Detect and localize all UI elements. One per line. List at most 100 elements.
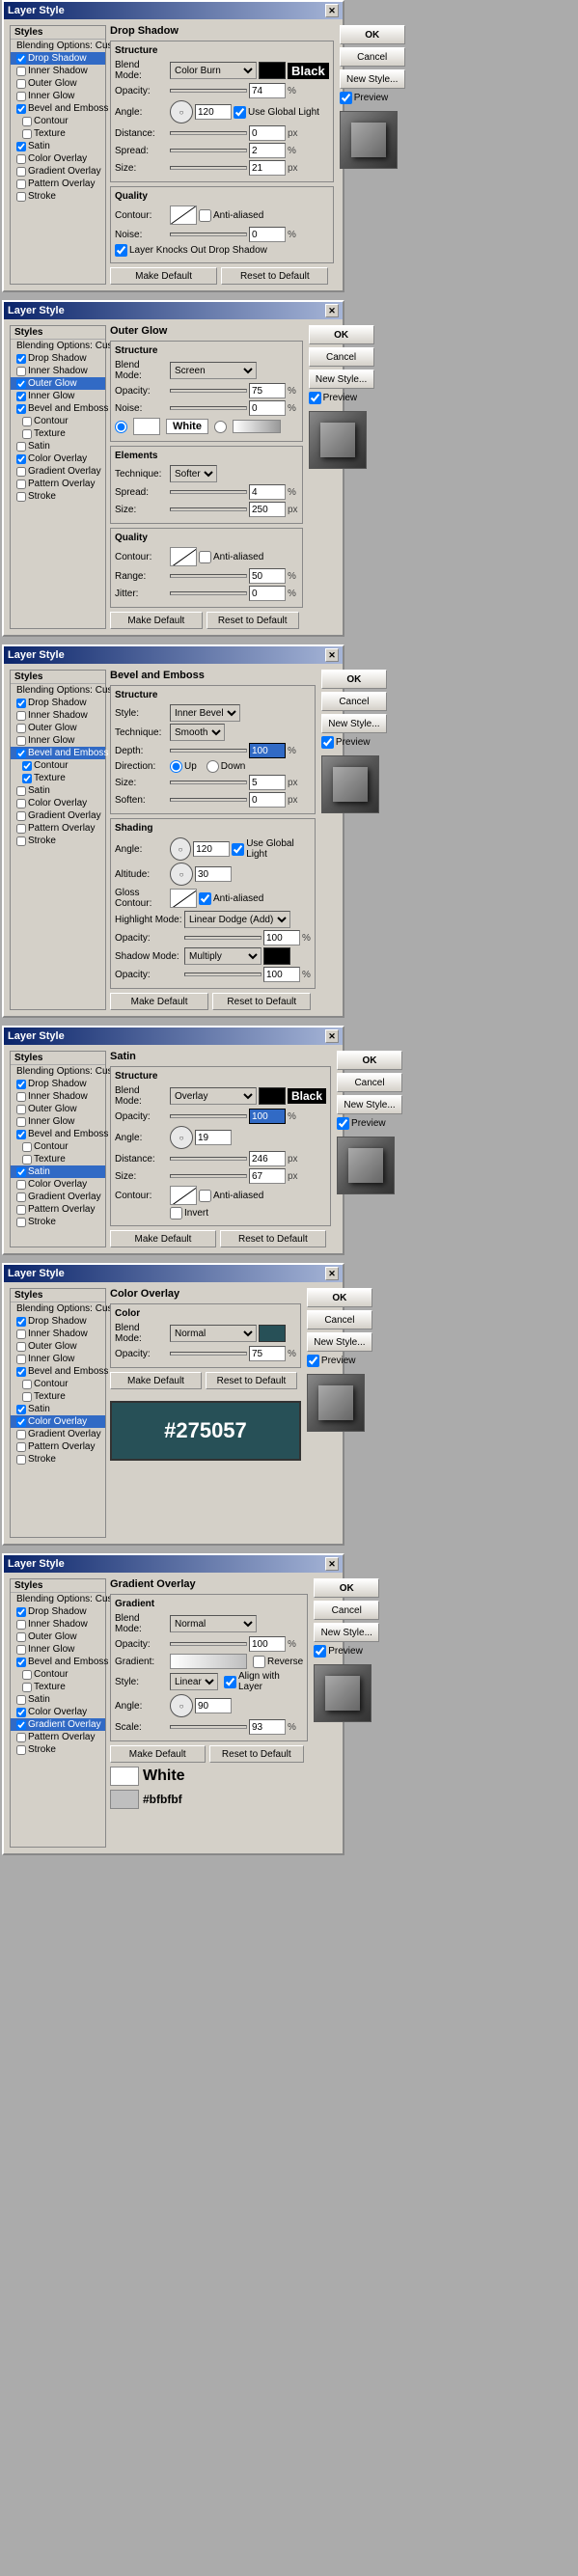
preview-cb-6[interactable] [314,1645,326,1658]
blend-color-swatch-1[interactable] [259,62,286,79]
style-gradient-overlay-1[interactable]: Gradient Overlay [11,165,105,178]
cb-inner-glow-1[interactable] [16,92,26,101]
range-slider-2[interactable] [170,574,247,578]
style-bevel-5[interactable]: Bevel and Emboss [11,1365,105,1378]
cb-contour-5[interactable] [22,1380,32,1389]
style-color-overlay-2[interactable]: Color Overlay [11,452,105,465]
style-blending-5[interactable]: Blending Options: Custom [11,1302,105,1315]
make-default-btn-6[interactable]: Make Default [110,1745,206,1763]
dir-up-radio-3[interactable] [170,760,182,773]
anti-aliased-cb-2[interactable] [199,551,211,563]
blend-select-5[interactable]: Normal [170,1325,257,1342]
style-outer-glow-5[interactable]: Outer Glow [11,1340,105,1353]
cb-stroke-5[interactable] [16,1455,26,1465]
opacity-input-5[interactable] [249,1346,286,1361]
range-input-2[interactable] [249,568,286,584]
cb-pattern-overlay-4[interactable] [16,1205,26,1215]
cb-gradient-overlay-5[interactable] [16,1430,26,1439]
cb-texture-6[interactable] [22,1683,32,1692]
cb-outer-glow-1[interactable] [16,79,26,89]
cb-bevel-1[interactable] [16,104,26,114]
style-blending-options-1[interactable]: Blending Options: Custom [11,40,105,52]
cb-gradient-overlay-2[interactable] [16,467,26,477]
style-stroke-1[interactable]: Stroke [11,190,105,203]
cb-color-overlay-3[interactable] [16,799,26,808]
size-slider-1[interactable] [170,166,247,170]
cb-outer-glow-4[interactable] [16,1105,26,1114]
global-light-cb-1[interactable] [234,106,246,119]
altitude-dial-3[interactable]: ○ [170,863,193,886]
opacity-slider-1[interactable] [170,89,247,93]
jitter-slider-2[interactable] [170,591,247,595]
style-contour-3[interactable]: Contour [11,759,105,772]
style-blending-2[interactable]: Blending Options: Custom [11,340,105,352]
style-contour-4[interactable]: Contour [11,1140,105,1153]
style-gradient-overlay-6[interactable]: Gradient Overlay [11,1718,105,1731]
grad-gray-box-6[interactable] [110,1790,139,1809]
style-outer-glow-3[interactable]: Outer Glow [11,722,105,734]
style-stroke-2[interactable]: Stroke [11,490,105,503]
style-inner-shadow-5[interactable]: Inner Shadow [11,1328,105,1340]
style-texture-3[interactable]: Texture [11,772,105,784]
cb-contour-3[interactable] [22,761,32,771]
style-color-overlay-5[interactable]: Color Overlay [11,1415,105,1428]
style-texture-1[interactable]: Texture [11,127,105,140]
layer-knocks-cb-1[interactable] [115,244,127,257]
soften-slider-3[interactable] [170,798,247,802]
style-satin-2[interactable]: Satin [11,440,105,452]
style-select-3[interactable]: Inner Bevel [170,704,240,722]
ok-btn-1[interactable]: OK [340,25,405,44]
cb-inner-glow-2[interactable] [16,392,26,401]
style-pattern-overlay-3[interactable]: Pattern Overlay [11,822,105,835]
jitter-input-2[interactable] [249,586,286,601]
ok-btn-2[interactable]: OK [309,325,374,344]
cb-contour-2[interactable] [22,417,32,426]
new-style-btn-2[interactable]: New Style... [309,370,374,389]
global-light-cb-3[interactable] [232,843,244,856]
style-inner-shadow-2[interactable]: Inner Shadow [11,365,105,377]
style-inner-glow-4[interactable]: Inner Glow [11,1115,105,1128]
cb-drop-shadow-4[interactable] [16,1080,26,1089]
align-with-layer-cb-6[interactable] [224,1676,236,1688]
altitude-input-3[interactable] [195,866,232,882]
angle-input-3[interactable] [193,841,230,857]
style-gradient-overlay-5[interactable]: Gradient Overlay [11,1428,105,1440]
cb-inner-glow-4[interactable] [16,1117,26,1127]
style-color-overlay-3[interactable]: Color Overlay [11,797,105,809]
opacity-input-6[interactable] [249,1636,286,1652]
distance-input-4[interactable] [249,1151,286,1166]
dir-down-radio-3[interactable] [206,760,219,773]
style-contour-2[interactable]: Contour [11,415,105,427]
style-inner-glow-6[interactable]: Inner Glow [11,1643,105,1656]
angle-dial-6[interactable]: ○ [170,1694,193,1717]
cb-inner-shadow-4[interactable] [16,1092,26,1102]
angle-dial-3[interactable]: ○ [170,837,191,861]
style-bevel-4[interactable]: Bevel and Emboss [11,1128,105,1140]
technique-select-3[interactable]: Smooth [170,724,225,741]
spread-input-2[interactable] [249,484,286,500]
style-blending-4[interactable]: Blending Options: Custom [11,1065,105,1078]
make-default-btn-4[interactable]: Make Default [110,1230,216,1247]
invert-cb-4[interactable] [170,1207,182,1219]
ok-btn-4[interactable]: OK [337,1051,402,1070]
cancel-btn-3[interactable]: Cancel [321,692,387,711]
gradient-bar-2[interactable] [233,420,281,433]
opacity-input-1[interactable] [249,83,286,98]
style-bevel-2[interactable]: Bevel and Emboss [11,402,105,415]
style-contour-1[interactable]: Contour [11,115,105,127]
cb-drop-shadow-5[interactable] [16,1317,26,1327]
cancel-btn-4[interactable]: Cancel [337,1073,402,1092]
style-select-6[interactable]: Linear [170,1673,218,1690]
reset-default-btn-4[interactable]: Reset to Default [220,1230,326,1247]
close-button-5[interactable]: ✕ [325,1267,339,1280]
cb-color-overlay-1[interactable] [16,154,26,164]
gradient-radio-2[interactable] [214,421,227,433]
style-bevel-1[interactable]: Bevel and Emboss [11,102,105,115]
cb-drop-shadow-6[interactable] [16,1607,26,1617]
cb-inner-glow-5[interactable] [16,1355,26,1364]
style-drop-shadow-4[interactable]: Drop Shadow [11,1078,105,1090]
size-input-3[interactable] [249,775,286,790]
blend-mode-select-1[interactable]: Color Burn [170,62,257,79]
opacity-input-2[interactable] [249,383,286,398]
cb-outer-glow-2[interactable] [16,379,26,389]
